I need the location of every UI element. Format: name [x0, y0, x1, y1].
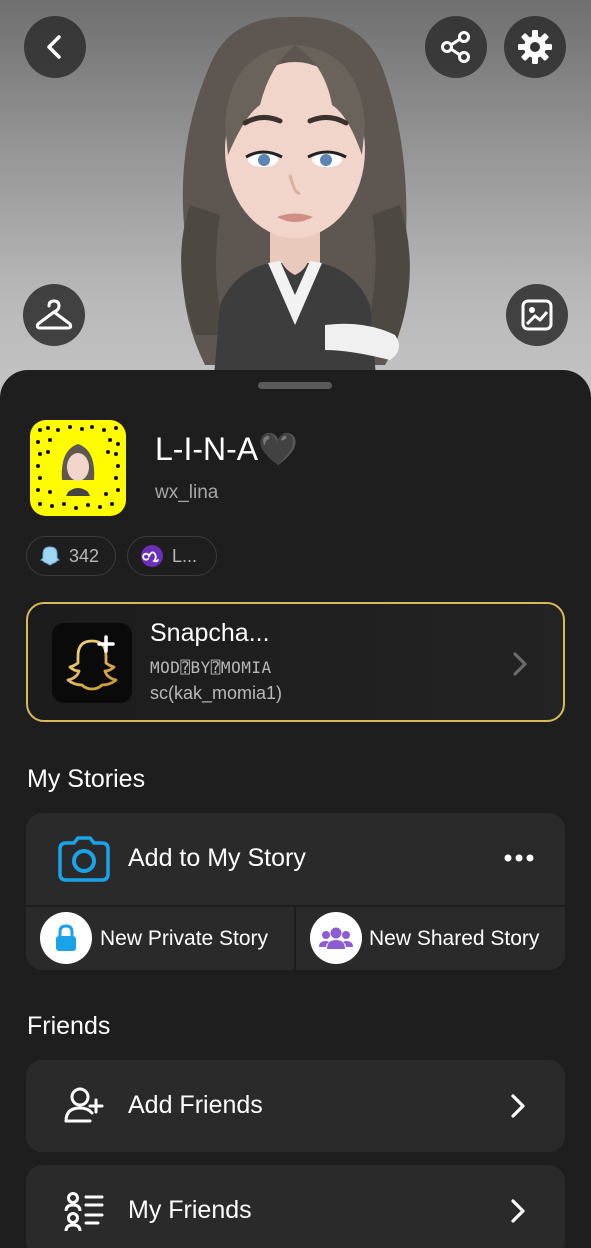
add-to-story-label: Add to My Story — [128, 844, 306, 872]
more-options-icon[interactable] — [504, 853, 534, 863]
group-badge — [310, 912, 362, 964]
add-friend-icon — [64, 1087, 104, 1123]
lock-badge — [40, 912, 92, 964]
add-friends-label: Add Friends — [128, 1091, 263, 1119]
outfit-button[interactable] — [23, 284, 85, 346]
back-button[interactable] — [24, 16, 86, 78]
snapchat-plus-card[interactable]: Snapcha... MOD⍰BY⍰MOMIA sc(kak_momia1) — [26, 602, 565, 722]
chevron-left-icon — [47, 35, 61, 59]
snapcode[interactable] — [30, 420, 126, 516]
bitmoji-avatar[interactable] — [150, 5, 440, 400]
snapscore-value: 342 — [69, 545, 100, 566]
new-shared-story-label: New Shared Story — [369, 927, 540, 950]
selfie-button[interactable] — [506, 284, 568, 346]
share-button[interactable] — [425, 16, 487, 78]
chevron-right-icon — [511, 1094, 525, 1118]
gear-icon — [518, 30, 552, 64]
zodiac-label: L... — [172, 545, 198, 566]
new-shared-story-button[interactable]: New Shared Story — [296, 907, 565, 970]
drag-handle[interactable] — [258, 382, 332, 389]
bitmoji-header — [0, 0, 591, 400]
display-name: L-I-N-A🖤 — [155, 431, 298, 467]
add-to-story-row[interactable]: Add to My Story — [26, 813, 565, 905]
new-private-story-button[interactable]: New Private Story — [26, 907, 294, 970]
chevron-right-icon — [513, 652, 527, 676]
new-private-story-label: New Private Story — [100, 927, 269, 950]
hanger-icon — [35, 299, 73, 330]
group-icon — [319, 927, 353, 949]
friends-list-icon — [64, 1192, 104, 1231]
lock-icon — [56, 924, 76, 951]
friends-heading: Friends — [27, 1012, 111, 1040]
snapscore-chip[interactable]: 342 — [26, 536, 116, 576]
settings-button[interactable] — [504, 16, 566, 78]
my-friends-row[interactable]: My Friends — [26, 1165, 565, 1248]
my-friends-label: My Friends — [128, 1196, 252, 1224]
zodiac-leo-icon — [141, 545, 163, 567]
my-stories-heading: My Stories — [27, 765, 146, 793]
snapchat-plus-icon — [52, 623, 132, 703]
ghost-score-icon — [40, 546, 60, 566]
ghost-plus-icon — [66, 635, 118, 691]
chevron-right-icon — [511, 1199, 525, 1223]
snapchat-plus-title: Snapcha... — [150, 619, 270, 647]
snapchat-plus-line1: MOD⍰BY⍰MOMIA — [150, 658, 272, 677]
profile-sheet: L-I-N-A🖤 wx_lina 342 L... Snapcha... MOD… — [0, 370, 591, 1248]
camera-icon — [58, 836, 110, 882]
stories-card: Add to My Story New Private Story New Sh… — [26, 813, 565, 970]
snapchat-plus-line2: sc(kak_momia1) — [150, 683, 283, 703]
zodiac-chip[interactable]: L... — [127, 536, 217, 576]
snapcode-pattern — [36, 425, 120, 510]
share-icon — [441, 31, 470, 63]
image-icon — [521, 299, 553, 331]
username: wx_lina — [155, 482, 219, 503]
add-friends-row[interactable]: Add Friends — [26, 1060, 565, 1152]
